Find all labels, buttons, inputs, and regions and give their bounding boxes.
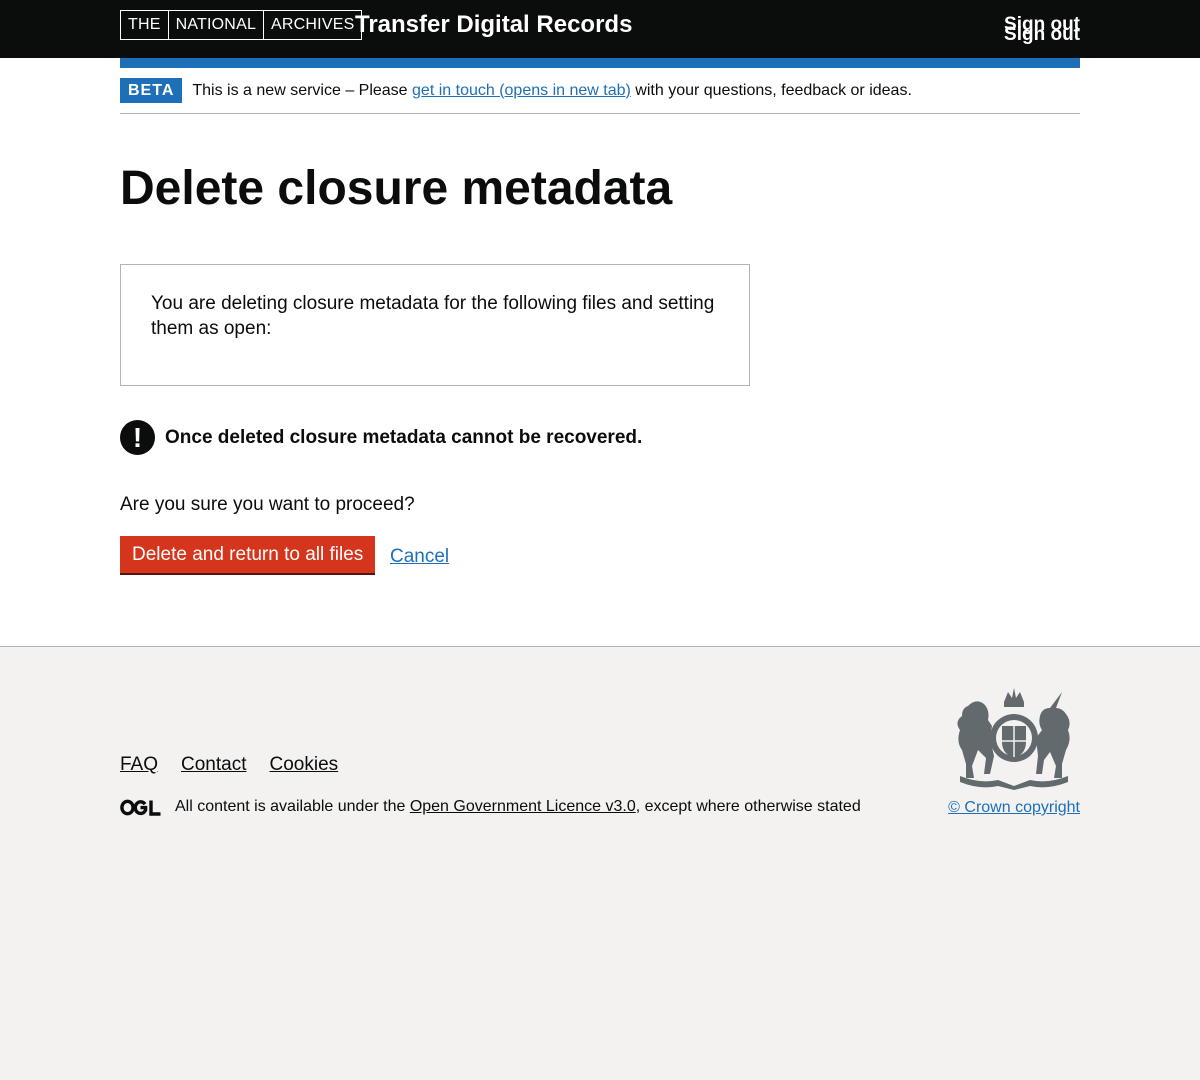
phase-text-before: This is a new service – Please [192, 81, 413, 99]
licence-text-before: All content is available under the [175, 798, 410, 815]
footer-link-faq[interactable]: FAQ [120, 752, 158, 777]
warning-icon: ! [120, 420, 155, 455]
phase-banner-text: This is a new service – Please get in to… [192, 81, 912, 101]
ogl-logo-icon [120, 799, 161, 816]
delete-button[interactable]: Delete and return to all files [120, 536, 376, 573]
beta-tag: BETA [120, 78, 183, 103]
warning-message: Once deleted closure metadata cannot be … [165, 426, 643, 448]
footer-link-cookies[interactable]: Cookies [270, 752, 339, 777]
warning-text-block: ! Once deleted closure metadata cannot b… [120, 420, 642, 455]
footer-link-contact[interactable]: Contact [181, 752, 246, 777]
sign-out-link[interactable]: Sign out Sign out [1004, 15, 1080, 45]
feedback-link[interactable]: get in touch (opens in new tab) [412, 82, 631, 99]
tna-logo[interactable]: THE NATIONAL ARCHIVES [120, 10, 363, 40]
crown-copyright-link[interactable]: © Crown copyright [948, 798, 1080, 818]
licence-text: All content is available under the Open … [175, 797, 861, 817]
sign-out-label-duplicate: Sign out [1004, 24, 1080, 45]
files-panel: You are deleting closure metadata for th… [120, 264, 750, 386]
site-header: THE NATIONAL ARCHIVES Transfer Digital R… [0, 0, 1200, 58]
royal-coat-of-arms-icon [957, 688, 1070, 790]
logo-part-archives: ARCHIVES [263, 11, 361, 39]
licence-text-after: , except where otherwise stated [635, 798, 861, 815]
phase-text-after: with your questions, feedback or ideas. [630, 81, 912, 99]
logo-part-national: NATIONAL [167, 11, 263, 39]
cancel-link[interactable]: Cancel [390, 544, 449, 569]
logo-part-the: THE [128, 16, 161, 33]
header-blue-bar [120, 58, 1080, 68]
page-body: THE NATIONAL ARCHIVES Transfer Digital R… [0, 0, 1200, 647]
licence-link[interactable]: Open Government Licence v3.0 [410, 798, 636, 815]
confirm-question: Are you sure you want to proceed? [120, 494, 415, 515]
licence-block: All content is available under the Open … [120, 797, 861, 817]
phase-banner: BETA This is a new service – Please get … [120, 68, 1080, 114]
page-title: Delete closure metadata [120, 162, 673, 215]
footer-links: FAQ Contact Cookies [120, 752, 338, 777]
service-name-link[interactable]: Transfer Digital Records [355, 11, 632, 39]
files-panel-text: You are deleting closure metadata for th… [151, 293, 715, 339]
